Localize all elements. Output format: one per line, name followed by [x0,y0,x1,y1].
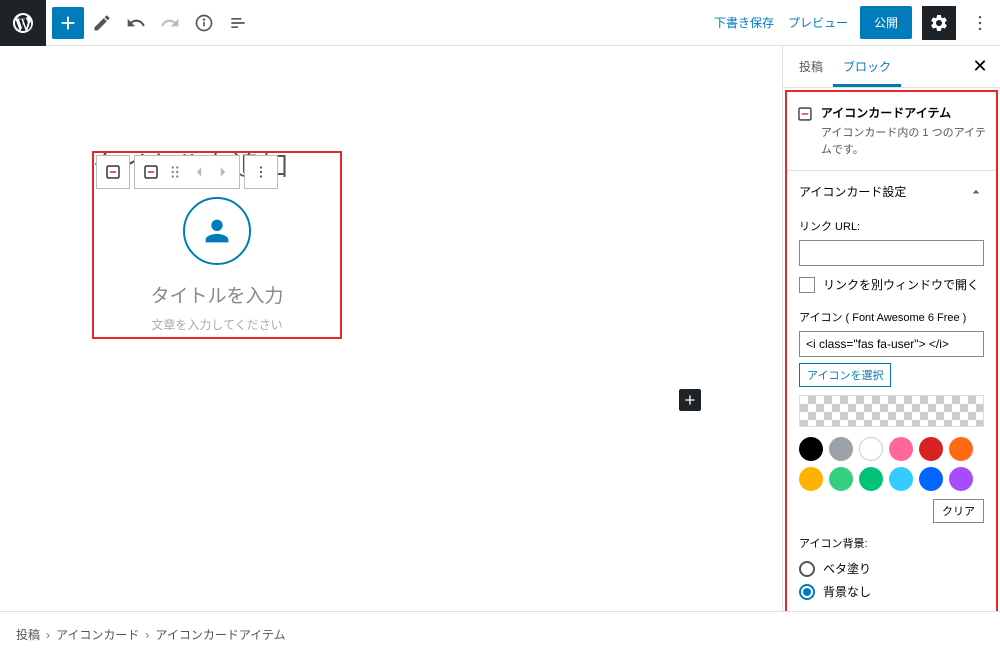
link-url-input[interactable] [799,240,984,266]
icon-preview [183,197,251,265]
color-swatches [799,437,984,491]
user-icon [200,214,234,248]
swatch-lightblue[interactable] [889,467,913,491]
outline-button[interactable] [222,7,254,39]
move-right-button[interactable] [211,160,235,184]
chevron-left-icon [190,163,208,181]
settings-panel-label: アイコンカード設定 [799,183,906,200]
swatch-yellow[interactable] [799,467,823,491]
clear-color-button[interactable]: クリア [933,499,984,523]
wordpress-logo[interactable] [0,0,46,46]
swatch-teal[interactable] [859,467,883,491]
icon-field-label: アイコン ( Font Awesome 6 Free ) [799,309,984,325]
chevron-up-icon [968,184,984,200]
card-title-input[interactable]: タイトルを入力 [110,281,324,308]
tab-post[interactable]: 投稿 [789,46,833,87]
edit-mode-button[interactable] [86,7,118,39]
add-block-button[interactable] [52,7,84,39]
gear-icon [929,13,949,33]
bg-fill-label: ベタ塗り [823,560,871,577]
icon-bg-label: アイコン背景: [799,535,984,551]
editor-tools [52,7,254,39]
plus-icon [57,12,79,34]
preview-link[interactable]: プレビュー [786,10,850,35]
block-type-button[interactable] [139,160,163,184]
bg-fill-radio[interactable] [799,561,815,577]
parent-block-button[interactable] [96,155,130,189]
move-left-button[interactable] [187,160,211,184]
icon-class-input[interactable] [799,331,984,357]
plus-icon [682,392,698,408]
card-text-input[interactable]: 文章を入力してください [110,316,324,333]
wordpress-icon [11,11,35,35]
block-info-header: アイコンカードアイテム アイコンカード内の 1 つのアイテムです。 [787,92,996,170]
swatch-orange[interactable] [949,437,973,461]
bg-none-label: 背景なし [823,583,871,600]
swatch-pink[interactable] [889,437,913,461]
select-icon-button[interactable]: アイコンを選択 [799,363,891,387]
more-options-button[interactable] [966,6,994,40]
bg-none-radio[interactable] [799,584,815,600]
list-icon [228,13,248,33]
swatch-purple[interactable] [949,467,973,491]
close-sidebar-button[interactable]: ✕ [966,53,994,81]
block-parent-icon [104,163,122,181]
settings-panel-toggle[interactable]: アイコンカード設定 [787,171,996,212]
swatch-gray[interactable] [829,437,853,461]
top-toolbar: 下書き保存 プレビュー 公開 [0,0,1000,46]
icon-card-content: タイトルを入力 文章を入力してください [94,197,340,337]
block-move-group [134,155,240,189]
undo-button[interactable] [120,7,152,39]
block-toolbar [96,155,278,189]
swatch-blue[interactable] [919,467,943,491]
publish-button[interactable]: 公開 [860,6,912,39]
save-draft-link[interactable]: 下書き保存 [712,10,776,35]
top-right-actions: 下書き保存 プレビュー 公開 [712,6,994,40]
block-icon [142,163,160,181]
swatch-black[interactable] [799,437,823,461]
crumb-current[interactable]: アイコンカードアイテム [155,626,285,643]
chevron-right-icon [214,163,232,181]
kebab-icon [970,13,990,33]
link-url-label: リンク URL: [799,218,984,234]
new-window-label: リンクを別ウィンドウで開く [823,276,979,293]
kebab-icon [252,163,270,181]
crumb-post[interactable]: 投稿 [16,626,40,643]
block-name: アイコンカードアイテム [821,106,951,120]
redo-button[interactable] [154,7,186,39]
swatch-red[interactable] [919,437,943,461]
block-description: アイコンカード内の 1 つのアイテムです。 [821,125,986,158]
drag-icon [166,163,184,181]
settings-button[interactable] [922,6,956,40]
tab-block[interactable]: ブロック [833,46,901,87]
undo-icon [126,13,146,33]
pencil-icon [92,13,112,33]
icon-card-block[interactable]: タイトルを入力 文章を入力してください [92,151,342,339]
info-button[interactable] [188,7,220,39]
redo-icon [160,13,180,33]
editor-canvas[interactable]: タイトルを追加 タイトルを入力 [0,46,782,611]
drag-handle[interactable] [163,160,187,184]
block-breadcrumb: 投稿 › アイコンカード › アイコンカードアイテム [0,611,1000,657]
sidebar-tabs: 投稿 ブロック ✕ [783,46,1000,88]
swatch-green[interactable] [829,467,853,491]
insert-block-button[interactable] [679,389,701,411]
swatch-white[interactable] [859,437,883,461]
block-icon [797,104,813,124]
color-preview-transparent [799,395,984,427]
new-window-checkbox[interactable] [799,277,815,293]
block-options-button[interactable] [244,155,278,189]
crumb-parent[interactable]: アイコンカード [56,626,139,643]
settings-sidebar: 投稿 ブロック ✕ アイコンカードアイテム アイコンカード内の 1 つのアイテム… [782,46,1000,611]
info-icon [194,13,214,33]
